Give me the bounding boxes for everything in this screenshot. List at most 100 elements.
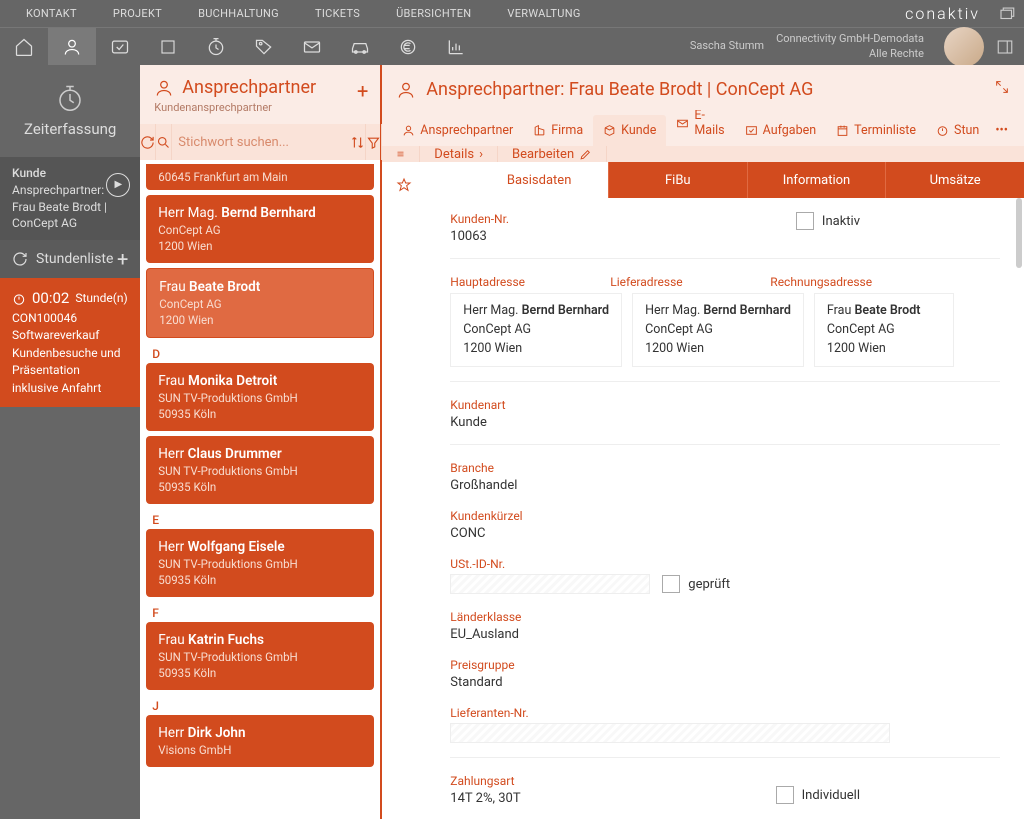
address-card-haupt[interactable]: Herr Mag. Bernd Bernhard ConCept AG 1200… <box>450 293 622 367</box>
euro-gear-icon[interactable] <box>384 28 432 65</box>
details-button[interactable]: Details› <box>420 146 498 162</box>
left-panel: Zeiterfassung Kunde Ansprechpartner: Fra… <box>0 65 140 819</box>
square-icon[interactable] <box>144 28 192 65</box>
data-tab-information[interactable]: Information <box>748 162 887 198</box>
user-role: Alle Rechte <box>776 47 924 61</box>
tab-stunden[interactable]: Stun <box>926 115 989 146</box>
avatar[interactable] <box>944 27 984 67</box>
tag-icon[interactable] <box>240 28 288 65</box>
list-item[interactable]: 60645 Frankfurt am Main <box>146 164 374 190</box>
checkbox-individuell[interactable]: Individuell <box>776 786 860 804</box>
nav-uebersichten[interactable]: ÜBERSICHTEN <box>378 7 489 20</box>
contacts-subtitle: Kundenansprechpartner <box>154 101 366 114</box>
current-task-card[interactable]: Kunde Ansprechpartner: Frau Beate Brodt … <box>0 157 140 240</box>
person-icon <box>396 80 416 100</box>
nav-buchhaltung[interactable]: BUCHHALTUNG <box>180 7 297 20</box>
list-item[interactable]: Frau Katrin Fuchs SUN TV-Produktions Gmb… <box>146 622 374 690</box>
label-lieferadresse: Lieferadresse <box>610 275 760 289</box>
timer-unit: Stunde(n) <box>75 290 127 307</box>
label-laenderklasse: Länderklasse <box>450 610 1000 624</box>
list-item[interactable]: Herr Claus Drummer SUN TV-Produktions Gm… <box>146 436 374 504</box>
mail-icon[interactable] <box>288 28 336 65</box>
tab-kunde[interactable]: Kunde <box>593 115 666 146</box>
label-lieferantennr: Lieferanten-Nr. <box>450 706 1000 720</box>
data-tab-umsaetze[interactable]: Umsätze <box>886 162 1024 198</box>
data-tab-fibu[interactable]: FiBu <box>609 162 748 198</box>
list-item[interactable]: Herr Wolfgang Eisele SUN TV-Produktions … <box>146 529 374 597</box>
letter-separator: D <box>146 343 374 363</box>
person-icon <box>154 78 174 98</box>
label-ustid: USt.-ID-Nr. <box>450 557 1000 571</box>
contact-list[interactable]: 60645 Frankfurt am Main Herr Mag. Bernd … <box>140 160 380 819</box>
tab-terminliste[interactable]: Terminliste <box>826 115 926 146</box>
brand-logo: conaktiv <box>905 4 990 23</box>
contact-list-panel: Ansprechpartner Kundenansprechpartner + … <box>140 65 382 819</box>
car-icon[interactable] <box>336 28 384 65</box>
label-branche: Branche <box>450 461 1000 475</box>
panel-icon[interactable] <box>996 38 1014 56</box>
letter-separator: J <box>146 695 374 715</box>
search-icon[interactable] <box>156 124 172 160</box>
list-item-selected[interactable]: Frau Beate Brodt ConCept AG 1200 Wien <box>146 268 374 338</box>
expand-icon[interactable] <box>994 79 1010 95</box>
ustid-field[interactable] <box>450 574 650 594</box>
icon-toolbar: Sascha Stumm Connectivity GmbH-Demodata … <box>0 27 1024 65</box>
add-contact-button[interactable]: + <box>357 79 368 103</box>
label-preisgruppe: Preisgruppe <box>450 658 1000 672</box>
list-item[interactable]: Herr Mag. Bernd Bernhard ConCept AG 1200… <box>146 195 374 263</box>
tab-ansprechpartner[interactable]: Ansprechpartner <box>392 115 523 146</box>
label-rechnungsadresse: Rechnungsadresse <box>770 275 920 289</box>
sort-icon[interactable] <box>350 124 366 160</box>
chart-icon[interactable] <box>432 28 480 65</box>
refresh-icon[interactable] <box>12 251 28 267</box>
tab-aufgaben[interactable]: Aufgaben <box>735 115 827 146</box>
tab-firma[interactable]: Firma <box>523 115 593 146</box>
timer-time: 00:02 <box>32 288 69 310</box>
filter-icon[interactable] <box>366 124 382 160</box>
label-kuerzel: Kundenkürzel <box>450 509 1000 523</box>
value-kuerzel: CONC <box>450 526 1000 541</box>
edit-button[interactable]: Bearbeiten <box>498 146 607 162</box>
nav-projekt[interactable]: PROJEKT <box>95 7 180 20</box>
form-area: Kunden-Nr. 10063 Inaktiv Hauptadresse Li… <box>426 198 1024 820</box>
zeiterfassung-title: Zeiterfassung <box>24 120 116 138</box>
timer-line2: Kundenbesuche und Präsentation inklusive… <box>12 345 128 397</box>
list-item[interactable]: Herr Dirk John Visions GmbH <box>146 715 374 767</box>
user-name: Sascha Stumm <box>690 39 764 53</box>
top-nav: KONTAKT PROJEKT BUCHHALTUNG TICKETS ÜBER… <box>0 0 1024 27</box>
nav-verwaltung[interactable]: VERWALTUNG <box>489 7 598 20</box>
hamburger-icon[interactable] <box>382 146 420 162</box>
nav-tickets[interactable]: TICKETS <box>297 7 378 20</box>
stundenliste-label: Stundenliste <box>36 251 113 267</box>
address-card-liefer[interactable]: Herr Mag. Bernd Bernhard ConCept AG 1200… <box>632 293 804 367</box>
address-card-rech[interactable]: Frau Beate Brodt ConCept AG 1200 Wien <box>814 293 954 367</box>
contacts-title: Ansprechpartner <box>182 77 316 98</box>
more-tabs-icon[interactable]: ••• <box>989 115 1014 146</box>
nav-kontakt[interactable]: KONTAKT <box>8 7 95 20</box>
label-kundennr: Kunden-Nr. <box>450 212 509 226</box>
stopwatch-icon[interactable] <box>192 28 240 65</box>
small-stopwatch-icon <box>12 292 26 306</box>
check-icon[interactable] <box>96 28 144 65</box>
windows-icon[interactable] <box>998 5 1016 23</box>
list-item[interactable]: Frau Monika Detroit SUN TV-Produktions G… <box>146 363 374 431</box>
home-icon[interactable] <box>0 28 48 65</box>
detail-tabs: Ansprechpartner Firma Kunde E-Mails Aufg… <box>382 110 1024 146</box>
stopwatch-large-icon <box>55 84 85 114</box>
checkbox-geprueft[interactable]: geprüft <box>662 575 730 593</box>
refresh-contacts-icon[interactable] <box>140 124 156 160</box>
favorite-icon[interactable] <box>382 167 426 193</box>
value-laenderklasse: EU_Ausland <box>450 627 1000 642</box>
timer-code: CON100046 <box>12 310 128 327</box>
search-input[interactable] <box>172 135 350 150</box>
label-zahlungsart: Zahlungsart <box>450 774 520 788</box>
checkbox-inaktiv[interactable]: Inaktiv <box>796 212 860 230</box>
add-icon[interactable]: + <box>117 247 128 271</box>
contacts-icon[interactable] <box>48 28 96 65</box>
data-tab-basisdaten[interactable]: Basisdaten <box>470 162 609 198</box>
timer-entry[interactable]: 00:02 Stunde(n) CON100046 Softwareverkau… <box>0 278 140 407</box>
value-branche: Großhandel <box>450 478 1000 493</box>
letter-separator: E <box>146 509 374 529</box>
lieferantennr-field[interactable] <box>450 723 890 743</box>
timer-line1: Softwareverkauf <box>12 327 128 344</box>
